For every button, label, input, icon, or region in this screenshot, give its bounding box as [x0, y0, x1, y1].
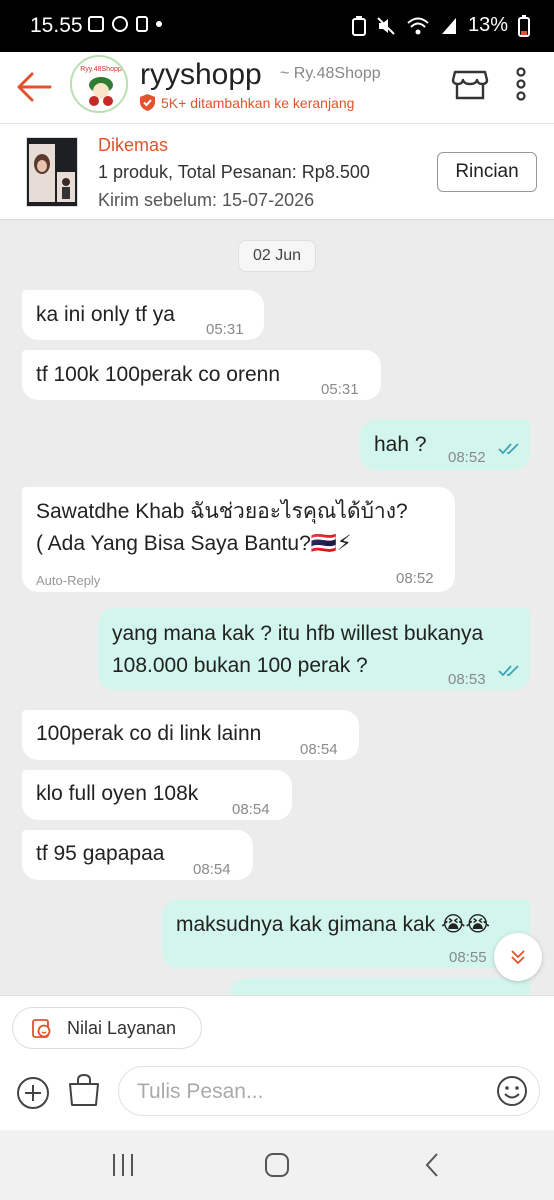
wifi-icon	[407, 17, 429, 34]
battery-icon	[518, 14, 530, 37]
shop-logo-icon: Ryy.48Shopp	[74, 59, 126, 111]
status-bar: 15.55 13%	[0, 0, 554, 52]
order-banner[interactable]: Dikemas 1 produk, Total Pesanan: Rp8.500…	[0, 124, 554, 220]
ship-deadline: Kirim sebelum: 15-07-2026	[98, 190, 315, 210]
message-text: ka ini only tf ya	[36, 303, 175, 326]
message-time: 05:31	[321, 381, 359, 398]
outgoing-message[interactable]: hah ? 08:52	[360, 420, 530, 470]
alert-icon	[136, 16, 148, 32]
message-input-box[interactable]	[118, 1066, 540, 1116]
date-separator: 02 Jun	[238, 240, 316, 272]
home-icon[interactable]	[262, 1150, 292, 1180]
mute-icon	[377, 16, 395, 35]
emoji-icon[interactable]	[496, 1075, 528, 1107]
read-ticks-icon	[498, 443, 519, 455]
clock: 15.55	[30, 14, 83, 37]
message-time: 08:54	[193, 861, 231, 878]
more-options-icon[interactable]	[508, 64, 534, 104]
notification-dot-icon	[156, 21, 162, 27]
incoming-message[interactable]: 100perak co di link lainn 08:54	[22, 710, 359, 760]
back-icon[interactable]	[418, 1150, 448, 1180]
incoming-message[interactable]: tf 100k 100perak co orenn 05:31	[22, 350, 381, 400]
signal-icon	[441, 17, 456, 34]
auto-reply-message[interactable]: Sawatdhe Khab ฉันช่วยอะไรคุณได้บ้าง? ( A…	[22, 487, 455, 592]
double-chevron-down-icon	[511, 950, 525, 965]
message-text: hah ?	[374, 433, 427, 456]
chat-messages[interactable]: 02 Jun ka ini only tf ya 05:31 tf 100k 1…	[0, 220, 554, 995]
rate-service-button[interactable]: Nilai Layanan	[12, 1007, 202, 1049]
incoming-message[interactable]: klo full oyen 108k 08:54	[22, 770, 292, 820]
message-time: 08:54	[300, 741, 338, 758]
message-time: 08:55	[449, 949, 487, 966]
shield-check-icon	[140, 94, 155, 111]
message-text-line-2: ( Ada Yang Bisa Saya Bantu?🇹🇭⚡	[36, 532, 352, 555]
incoming-message[interactable]: tf 95 gapapaa 08:54	[22, 830, 253, 880]
product-thumbnail	[26, 137, 78, 207]
outgoing-message-partial[interactable]	[230, 978, 530, 995]
message-text: tf 95 gapapaa	[36, 842, 165, 865]
message-text: yang mana kak ? itu hfb willest bukanya	[112, 622, 484, 645]
message-time: 08:52	[448, 449, 486, 466]
gallery-icon	[88, 16, 104, 32]
message-time: 08:53	[448, 671, 486, 688]
message-text-line-2: 108.000 bukan 100 perak ?	[112, 654, 368, 677]
add-icon[interactable]	[16, 1076, 50, 1110]
message-time: 08:54	[232, 801, 270, 818]
outgoing-message[interactable]: maksudnya kak gimana kak 😭😭 08:55	[162, 900, 530, 968]
battery-level: 13%	[467, 14, 508, 36]
message-time: 05:31	[206, 321, 244, 338]
order-details-button[interactable]: Rincian	[437, 152, 537, 192]
message-text: Sawatdhe Khab ฉันช่วยอะไรคุณได้บ้าง?	[36, 500, 408, 523]
message-input[interactable]	[137, 1075, 487, 1109]
order-status: Dikemas	[98, 135, 169, 155]
system-navigation-bar	[0, 1130, 554, 1200]
order-summary: 1 produk, Total Pesanan: Rp8.500	[98, 162, 370, 182]
chat-header: Ryy.48Shopp ryyshopp ~ Ry.48Shopp 5K+ di…	[0, 52, 554, 124]
shop-icon[interactable]	[450, 64, 490, 104]
read-ticks-icon	[498, 665, 519, 677]
shopping-bag-icon[interactable]	[66, 1072, 102, 1108]
message-text: 100perak co di link lainn	[36, 722, 262, 745]
shop-avatar[interactable]: Ryy.48Shopp	[70, 55, 128, 113]
svg-text:Ryy.48Shopp: Ryy.48Shopp	[80, 66, 122, 73]
message-time: 08:52	[396, 570, 434, 587]
battery-saver-icon	[351, 15, 366, 36]
whatsapp-icon	[112, 16, 128, 32]
message-text: tf 100k 100perak co orenn	[36, 363, 281, 386]
shop-name[interactable]: ryyshopp	[140, 58, 262, 92]
message-text: klo full oyen 108k	[36, 782, 199, 805]
outgoing-message[interactable]: yang mana kak ? itu hfb willest bukanya …	[98, 608, 530, 690]
message-text: maksudnya kak gimana kak 😭😭	[176, 913, 491, 936]
shop-alias: ~ Ry.48Shopp	[280, 65, 381, 82]
rating-icon	[32, 1019, 51, 1038]
composer-bar: Nilai Layanan	[0, 995, 554, 1130]
auto-reply-tag: Auto-Reply	[36, 573, 101, 588]
back-arrow-icon[interactable]	[14, 66, 56, 108]
popularity-badge: 5K+ ditambahkan ke keranjang	[140, 94, 354, 111]
incoming-message[interactable]: ka ini only tf ya 05:31	[22, 290, 264, 340]
scroll-to-bottom-button[interactable]	[494, 933, 542, 981]
recent-apps-icon[interactable]	[108, 1150, 138, 1180]
